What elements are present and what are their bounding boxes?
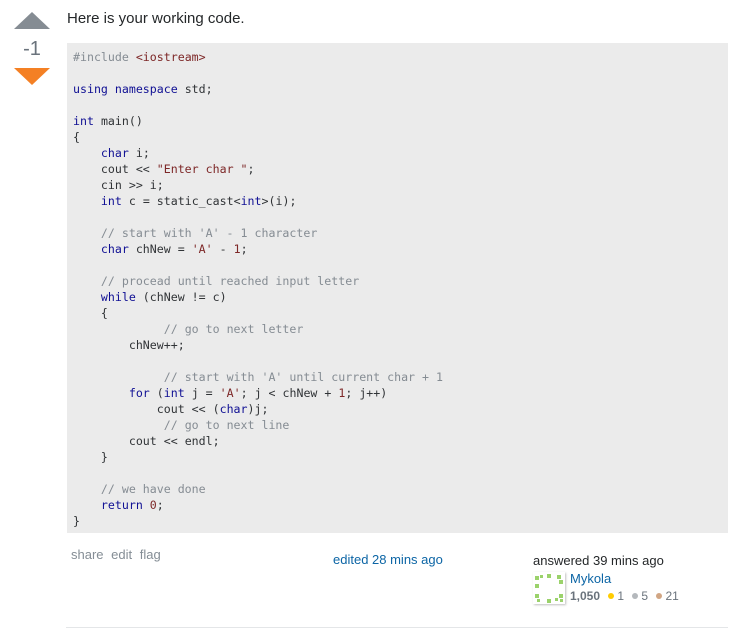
silver-badge-icon [632,593,639,600]
code-block: #include <iostream>​using namespace std;… [67,43,728,533]
reputation-score: 1,050 [570,589,601,603]
edit-link[interactable]: edit [111,547,132,562]
code-line: // procead until reached input letter [100,274,360,288]
identicon-avatar-icon [535,574,563,603]
answered-time: answered 39 mins ago [533,553,664,568]
code-line: cout << "Enter char "; [100,162,255,176]
username-link[interactable]: Mykola [570,571,611,586]
code-line: // we have done [100,482,206,496]
code-line: int main() [73,114,143,128]
user-info: answered 39 mins ago Mykola 1,050 1 5 21 [533,552,729,606]
code-line: cin >> i; [100,178,164,192]
code-line: } [73,450,108,464]
code-line: ​ [73,209,722,225]
code-line: int c = static_cast<int>(i); [100,194,297,208]
gold-badge-count: 1 [617,589,625,603]
code-line: return 0; [100,498,164,512]
code-line: ​ [73,97,722,113]
code-line: while (chNew != c) [100,290,227,304]
code-line: ​ [73,465,722,481]
code-line: { [73,130,80,144]
code-line: cout << endl; [128,434,220,448]
code-line: // go to next line [163,418,290,432]
share-link[interactable]: share [71,547,104,562]
code-line: ​ [73,65,722,81]
code-line: cout << (char)j; [156,402,269,416]
silver-badge-count: 5 [641,589,649,603]
post-body: Here is your working code. [67,8,728,29]
code-line: char i; [100,146,150,160]
code-line: for (int j = 'A'; j < chNew + 1; j++) [128,386,388,400]
code-line: ​ [73,257,722,273]
post-menu: share edit flag [71,547,165,562]
answer-intro: Here is your working code. [67,10,245,27]
vote-cell: -1 [10,10,54,85]
code-line: } [73,514,80,528]
code-line: char chNew = 'A' - 1; [100,242,248,256]
code-line: ​ [73,353,722,369]
code-line: chNew++; [128,338,185,352]
bronze-badge-icon [656,593,663,600]
user-row: Mykola 1,050 1 5 21 [533,571,729,606]
edited-link[interactable]: edited 28 mins ago [333,552,443,567]
avatar[interactable] [533,572,565,604]
code-line: // go to next letter [163,322,304,336]
code-line: #include <iostream> [73,50,206,64]
code-line: // start with 'A' until current char + 1 [163,370,443,384]
code-line: using namespace std; [73,82,213,96]
reputation-row: 1,050 1 5 21 [570,589,679,603]
vote-count: -1 [23,38,41,60]
flag-link[interactable]: flag [140,547,161,562]
triangle-up-icon[interactable] [14,12,50,29]
divider [66,627,728,628]
code-line: // start with 'A' - 1 character [100,226,318,240]
bronze-badge-count: 21 [665,589,679,603]
gold-badge-icon [608,593,615,600]
triangle-down-icon[interactable] [14,68,50,85]
code-line: { [73,306,108,320]
